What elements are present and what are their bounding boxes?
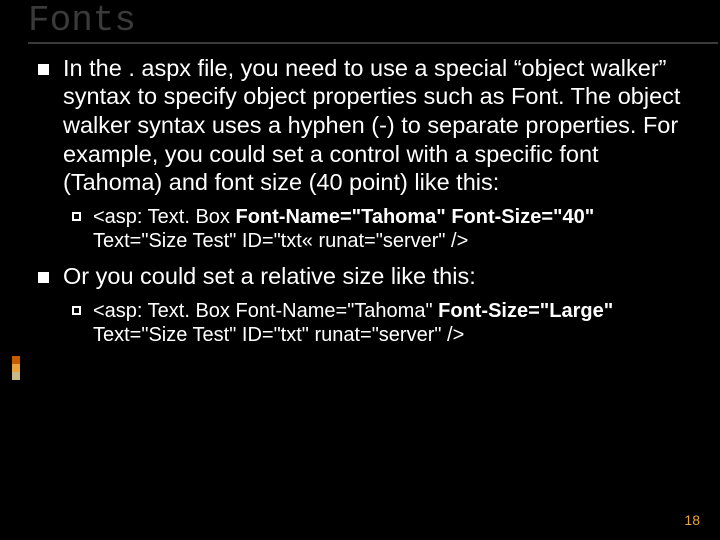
code-post: Text="Size Test" ID="txt" runat="server"… — [93, 324, 464, 346]
code-bold: Font-Name="Tahoma" Font-Size="40" — [236, 206, 595, 228]
sub-bullet-item: <asp: Text. Box Font-Name="Tahoma" Font-… — [72, 299, 688, 348]
accent-swatch — [12, 356, 20, 364]
bullet-text: Or you could set a relative size like th… — [63, 262, 476, 291]
bullet-marker-filled-icon — [38, 64, 49, 75]
sub-bullet-text: <asp: Text. Box Font-Name="Tahoma" Font-… — [93, 299, 688, 348]
page-number: 18 — [684, 512, 700, 528]
code-bold: Font-Size="Large" — [438, 300, 613, 322]
accent-swatch — [12, 364, 20, 372]
slide: Fonts In the . aspx file, you need to us… — [0, 0, 720, 540]
bullet-marker-hollow-icon — [72, 212, 81, 221]
code-post: Text="Size Test" ID="txt« runat="server"… — [93, 230, 468, 252]
bullet-marker-filled-icon — [38, 272, 49, 283]
accent-swatch — [12, 372, 20, 380]
sub-bullet-text: <asp: Text. Box Font-Name="Tahoma" Font-… — [93, 205, 688, 254]
bullet-item: In the . aspx file, you need to use a sp… — [38, 54, 688, 197]
accent-color-stack-icon — [12, 356, 20, 380]
title-area: Fonts — [0, 0, 720, 44]
code-pre: <asp: Text. Box Font-Name="Tahoma" — [93, 300, 438, 322]
bullet-item: Or you could set a relative size like th… — [38, 262, 688, 291]
sub-bullet-item: <asp: Text. Box Font-Name="Tahoma" Font-… — [72, 205, 688, 254]
bullet-text: In the . aspx file, you need to use a sp… — [63, 54, 688, 197]
content-area: In the . aspx file, you need to use a sp… — [0, 44, 720, 348]
slide-title: Fonts — [28, 2, 720, 40]
bullet-marker-hollow-icon — [72, 306, 81, 315]
code-pre: <asp: Text. Box — [93, 206, 236, 228]
